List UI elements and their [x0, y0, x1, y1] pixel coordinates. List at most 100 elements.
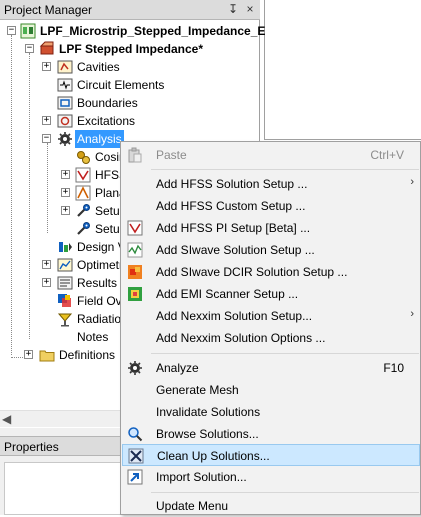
menu-item-label: Add SIwave Solution Setup ... [156, 243, 315, 257]
menu-item-update-menu[interactable]: Update Menu [122, 495, 420, 517]
setup-icon [77, 222, 90, 235]
menu-item-browse-solutions[interactable]: Browse Solutions... [122, 423, 420, 445]
menu-item-label: Add Nexxim Solution Setup... [156, 309, 313, 323]
tree-item-cavities[interactable]: + Cavities [0, 58, 260, 76]
boundaries-icon [57, 96, 73, 110]
project-icon [20, 23, 36, 39]
close-icon[interactable]: × [243, 2, 257, 16]
menu-item-label: Clean Up Solutions... [157, 449, 270, 463]
tree-item-setup[interactable]: Setup [0, 220, 126, 238]
menu-item-clean-up-solutions[interactable]: Clean Up Solutions... [122, 444, 420, 466]
menu-item-add-hfss-pi-setup[interactable]: Add HFSS PI Setup [Beta] ... [122, 217, 420, 239]
expand-icon[interactable]: + [42, 278, 51, 287]
collapse-icon[interactable]: − [42, 134, 51, 143]
tree-item-setup[interactable]: + Setup [0, 202, 126, 220]
context-menu: Paste Ctrl+V Add HFSS Solution Setup ...… [120, 141, 421, 515]
menu-item-label: Generate Mesh [156, 383, 239, 397]
setup-icon [77, 204, 90, 217]
expand-icon[interactable]: + [61, 188, 70, 197]
properties-title: Properties [4, 440, 59, 454]
menu-separator [151, 492, 419, 493]
menu-item-add-nexxim-solution-setup[interactable]: Add Nexxim Solution Setup... › [122, 305, 420, 327]
menu-item-generate-mesh[interactable]: Generate Mesh [122, 379, 420, 401]
project-manager-title: Project Manager [4, 3, 93, 17]
tree-item-results[interactable]: + Results [0, 274, 120, 292]
tree-item-field-overlays[interactable]: Field Ove [0, 292, 128, 310]
menu-item-label: Add SIwave DCIR Solution Setup ... [156, 265, 348, 279]
tree-item-cosim[interactable]: Cosin [0, 148, 126, 166]
hfss-pi-icon [127, 220, 143, 236]
menu-item-label: Add HFSS PI Setup [Beta] ... [156, 221, 311, 235]
menu-item-label: Update Menu [156, 499, 229, 513]
menu-item-label: Paste [156, 148, 187, 162]
siwave-icon [127, 242, 143, 258]
submenu-arrow-icon: › [410, 308, 414, 320]
tree-item-label: Circuit Elements [77, 78, 165, 92]
tree-item-optimetrics[interactable]: + Optimetr [0, 256, 124, 274]
menu-item-paste[interactable]: Paste Ctrl+V [122, 144, 420, 166]
expand-icon[interactable]: + [61, 170, 70, 179]
tree-item-project[interactable]: − LPF_Microstrip_Stepped_Impedance_E [0, 22, 265, 40]
tree-item-label: LPF Stepped Impedance* [59, 42, 204, 56]
tree-item-label: Optimetr [77, 258, 124, 272]
menu-item-add-siwave-dcir-solution-setup[interactable]: Add SIwave DCIR Solution Setup ... [122, 261, 420, 283]
excitations-icon [57, 114, 73, 128]
results-icon [57, 276, 73, 290]
clean-up-icon [128, 448, 144, 464]
design-icon [39, 41, 54, 55]
menu-item-label: Import Solution... [156, 470, 247, 484]
scroll-left-icon[interactable]: ◀ [2, 412, 11, 426]
design-variables-icon [59, 242, 72, 252]
project-manager-header: Project Manager ↧ × [0, 0, 260, 20]
menu-separator [151, 169, 419, 170]
field-overlays-icon [58, 294, 71, 307]
analysis-icon [58, 132, 72, 146]
tree-item-notes[interactable]: Notes [0, 328, 120, 346]
radiation-icon [57, 313, 73, 327]
menu-item-import-solution[interactable]: Import Solution... [122, 466, 420, 488]
menu-separator [151, 353, 419, 354]
menu-item-add-emi-scanner-setup[interactable]: Add EMI Scanner Setup ... [122, 283, 420, 305]
paste-icon [128, 147, 142, 163]
menu-item-label: Add HFSS Custom Setup ... [156, 199, 306, 213]
tree-item-hfss[interactable]: + HFSS [0, 166, 127, 184]
menu-item-shortcut: Ctrl+V [370, 148, 404, 162]
tree-item-planar[interactable]: + Plana [0, 184, 126, 202]
tree-item-radiation[interactable]: Radiation [0, 310, 128, 328]
expand-icon[interactable]: + [42, 260, 51, 269]
optimetrics-icon [57, 258, 73, 272]
tree-item-label: Boundaries [77, 96, 138, 110]
collapse-icon[interactable]: − [25, 44, 34, 53]
expand-icon[interactable]: + [42, 116, 51, 125]
tree-item-label: Results [77, 276, 118, 290]
cosim-icon [77, 151, 90, 164]
menu-item-label: Add Nexxim Solution Options ... [156, 331, 326, 345]
dcir-icon [128, 265, 142, 279]
tree-item-excitations[interactable]: + Excitations [0, 112, 260, 130]
menu-item-invalidate-solutions[interactable]: Invalidate Solutions [122, 401, 420, 423]
pin-icon[interactable]: ↧ [226, 2, 240, 16]
menu-item-label: Invalidate Solutions [156, 405, 261, 419]
tree-item-label: Notes [77, 330, 109, 344]
tree-item-design-variables[interactable]: Design Va [0, 238, 131, 256]
menu-item-add-hfss-custom-setup[interactable]: Add HFSS Custom Setup ... [122, 195, 420, 217]
menu-item-analyze[interactable]: Analyze F10 [122, 357, 420, 379]
browse-solutions-icon [128, 427, 143, 442]
tree-item-circuit-elements[interactable]: Circuit Elements [0, 76, 260, 94]
tree-item-definitions[interactable]: + Definitions [0, 346, 120, 364]
tree-item-boundaries[interactable]: Boundaries [0, 94, 260, 112]
tree-item-label: Analysis [75, 130, 124, 148]
expand-icon[interactable]: + [42, 62, 51, 71]
tree-item-label: Cavities [77, 60, 120, 74]
expand-icon[interactable]: + [24, 350, 33, 359]
menu-item-label: Add EMI Scanner Setup ... [156, 287, 299, 301]
tree-item-label: Definitions [59, 348, 116, 362]
submenu-arrow-icon: › [410, 176, 414, 188]
menu-item-add-siwave-solution-setup[interactable]: Add SIwave Solution Setup ... [122, 239, 420, 261]
analyze-icon [128, 361, 142, 375]
menu-item-add-hfss-solution-setup[interactable]: Add HFSS Solution Setup ... › [122, 173, 420, 195]
menu-item-add-nexxim-solution-options[interactable]: Add Nexxim Solution Options ... [122, 327, 420, 349]
collapse-icon[interactable]: − [7, 26, 16, 35]
tree-item-design[interactable]: − LPF Stepped Impedance* [0, 40, 260, 58]
expand-icon[interactable]: + [61, 206, 70, 215]
